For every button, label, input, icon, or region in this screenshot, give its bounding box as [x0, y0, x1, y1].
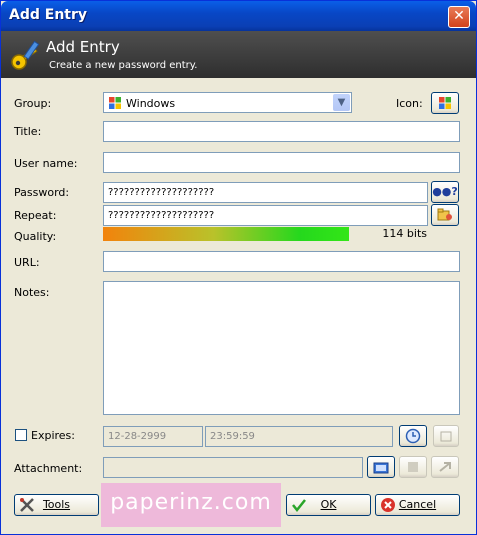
password-generator-icon: [437, 208, 452, 221]
expires-time-field[interactable]: 23:59:59: [205, 426, 393, 447]
quality-bits: 114 bits: [382, 227, 427, 240]
header-title: Add Entry: [46, 38, 120, 56]
repeat-label: Repeat:: [14, 209, 57, 222]
close-button[interactable]: ✕: [448, 6, 470, 28]
dialog-header: Add Entry Create a new password entry.: [1, 31, 476, 78]
cancel-button[interactable]: Cancel: [375, 494, 460, 516]
quality-bar: [103, 227, 349, 241]
expires-label: Expires:: [31, 429, 75, 442]
icon-label: Icon:: [396, 97, 423, 110]
expires-checkbox[interactable]: [15, 429, 27, 441]
title-field[interactable]: [103, 121, 460, 142]
save-attachment-button[interactable]: [399, 456, 427, 478]
ok-button-label: OK: [320, 498, 337, 511]
show-password-button[interactable]: ●●?: [431, 181, 459, 203]
password-label: Password:: [14, 186, 70, 199]
expiry-presets-button[interactable]: [399, 425, 427, 447]
title-bar[interactable]: Add Entry ✕: [1, 1, 476, 31]
watermark: paperinz.com: [101, 483, 281, 527]
windows-logo-icon: [439, 97, 451, 109]
windows-logo-icon: [109, 97, 121, 109]
window-title: Add Entry: [9, 7, 88, 23]
password-field[interactable]: ????????????????????: [103, 182, 428, 203]
group-label: Group:: [14, 97, 52, 110]
calendar-icon: [440, 431, 452, 442]
key-pencil-icon: [11, 40, 40, 70]
repeat-field[interactable]: ????????????????????: [103, 205, 428, 226]
add-entry-dialog: Add Entry ✕ Add Entry Create a new passw…: [0, 0, 477, 535]
generate-password-button[interactable]: [431, 204, 459, 226]
icon-picker-button[interactable]: [431, 92, 459, 114]
expires-date-field[interactable]: 12-28-2999: [103, 426, 203, 447]
expiry-clear-button[interactable]: [433, 425, 459, 447]
notes-textarea[interactable]: [103, 281, 460, 415]
notes-label: Notes:: [14, 286, 50, 299]
chevron-down-icon[interactable]: ▼: [333, 94, 350, 111]
cancel-button-label: Cancel: [398, 498, 437, 511]
remove-attachment-button[interactable]: [431, 456, 459, 478]
username-label: User name:: [14, 157, 78, 170]
remove-attachment-icon: [439, 462, 451, 472]
header-subtitle: Create a new password entry.: [49, 60, 198, 71]
attachment-field[interactable]: [103, 457, 363, 478]
url-label: URL:: [14, 256, 40, 269]
tools-button[interactable]: Tools: [14, 494, 99, 516]
url-field[interactable]: [103, 251, 460, 272]
ok-button[interactable]: OK: [286, 494, 371, 516]
clock-icon: [405, 428, 421, 444]
title-label: Title:: [14, 125, 42, 138]
group-value: Windows: [126, 97, 176, 110]
attach-file-button[interactable]: [367, 456, 395, 478]
tools-button-label: Tools: [42, 498, 71, 511]
open-folder-icon: [373, 462, 389, 474]
username-field[interactable]: [103, 152, 460, 173]
disk-icon: [408, 462, 418, 472]
attachment-label: Attachment:: [14, 462, 83, 475]
quality-label: Quality:: [14, 230, 57, 243]
group-select[interactable]: Windows ▼: [103, 92, 352, 113]
